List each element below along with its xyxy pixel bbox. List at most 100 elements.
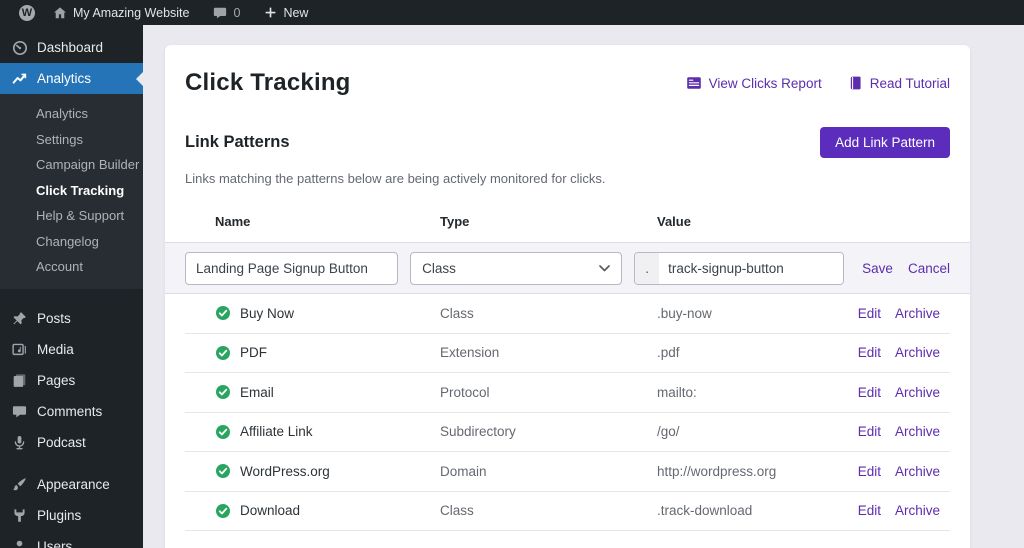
book-icon (848, 75, 863, 91)
site-name: My Amazing Website (73, 6, 189, 20)
sidebar-item-plugins[interactable]: Plugins (0, 500, 143, 531)
active-check-icon (215, 424, 231, 440)
pattern-type: Protocol (440, 385, 657, 400)
table-row: Download Class .track-download Edit Arch… (185, 492, 950, 532)
pattern-type-select[interactable]: Class (410, 252, 622, 285)
active-check-icon (215, 305, 231, 321)
microphone-icon (11, 435, 28, 450)
pattern-name: WordPress.org (240, 464, 330, 479)
edit-link[interactable]: Edit (858, 306, 881, 321)
submenu-item-campaign-builder[interactable]: Campaign Builder (0, 152, 143, 178)
edit-link[interactable]: Edit (858, 503, 881, 518)
sidebar-item-label: Appearance (37, 477, 110, 492)
sidebar-item-podcast[interactable]: Podcast (0, 427, 143, 458)
screen: W My Amazing Website 0 New Dashbo (0, 0, 1024, 548)
header-links: View Clicks Report Read Tutorial (686, 75, 950, 91)
plus-icon (264, 6, 277, 19)
sidebar-item-media[interactable]: Media (0, 334, 143, 365)
submenu-item-settings[interactable]: Settings (0, 127, 143, 153)
sidebar-item-label: Plugins (37, 508, 81, 523)
sidebar-item-label: Media (37, 342, 74, 357)
archive-link[interactable]: Archive (895, 503, 940, 518)
submenu-item-analytics[interactable]: Analytics (0, 101, 143, 127)
table-header-row: Name Type Value (185, 200, 950, 242)
pattern-type: Class (440, 306, 657, 321)
pages-icon (11, 373, 28, 388)
pattern-name: Buy Now (240, 306, 294, 321)
pattern-name: Affiliate Link (240, 424, 313, 439)
view-clicks-report-link[interactable]: View Clicks Report (686, 75, 822, 91)
sidebar-item-analytics[interactable]: Analytics (0, 63, 143, 94)
pattern-name: Email (240, 385, 274, 400)
archive-link[interactable]: Archive (895, 345, 940, 360)
active-check-icon (215, 463, 231, 479)
edit-link[interactable]: Edit (858, 345, 881, 360)
sidebar-item-posts[interactable]: Posts (0, 303, 143, 334)
user-icon (11, 539, 28, 548)
analytics-chart-icon (11, 71, 28, 87)
pattern-value-prefix: . (635, 253, 659, 284)
sidebar-menu-group: Posts Media Pages Comments (0, 303, 143, 458)
site-menu[interactable]: My Amazing Website (44, 0, 198, 25)
wp-logo-menu[interactable]: W (10, 0, 44, 25)
pattern-type: Class (440, 503, 657, 518)
table-row: Email Protocol mailto: Edit Archive (185, 373, 950, 413)
sidebar-item-dashboard[interactable]: Dashboard (0, 32, 143, 63)
new-content-menu[interactable]: New (255, 0, 317, 25)
table-row: WordPress.org Domain http://wordpress.or… (185, 452, 950, 492)
sidebar-item-users[interactable]: Users (0, 531, 143, 548)
sidebar-item-appearance[interactable]: Appearance (0, 469, 143, 500)
archive-link[interactable]: Archive (895, 464, 940, 479)
media-icon (11, 342, 28, 357)
sidebar-item-label: Comments (37, 404, 102, 419)
comments-count: 0 (233, 6, 240, 20)
edit-link[interactable]: Edit (858, 464, 881, 479)
link-patterns-header: Link Patterns Add Link Pattern (185, 127, 950, 158)
report-icon (686, 75, 702, 91)
pattern-name: PDF (240, 345, 267, 360)
archive-link[interactable]: Archive (895, 385, 940, 400)
card-header: Click Tracking View Clicks Report Read T… (185, 69, 950, 97)
pushpin-icon (11, 311, 28, 326)
add-link-pattern-button[interactable]: Add Link Pattern (820, 127, 950, 158)
home-icon (53, 6, 67, 20)
read-tutorial-link[interactable]: Read Tutorial (848, 75, 950, 91)
edit-link[interactable]: Edit (858, 424, 881, 439)
pattern-value-input[interactable] (659, 253, 843, 284)
comment-bubble-icon (213, 6, 227, 20)
cancel-button[interactable]: Cancel (908, 261, 950, 276)
sidebar-item-label: Podcast (37, 435, 86, 450)
save-button[interactable]: Save (862, 261, 893, 276)
sidebar-item-comments[interactable]: Comments (0, 396, 143, 427)
paintbrush-icon (11, 477, 28, 492)
comments-menu[interactable]: 0 (204, 0, 249, 25)
table-row: PDF Extension .pdf Edit Archive (185, 334, 950, 374)
content-area: Click Tracking View Clicks Report Read T… (143, 25, 1024, 548)
plug-icon (11, 508, 28, 523)
submenu-item-help-support[interactable]: Help & Support (0, 203, 143, 229)
pattern-type: Extension (440, 345, 657, 360)
archive-link[interactable]: Archive (895, 424, 940, 439)
pattern-type: Subdirectory (440, 424, 657, 439)
view-clicks-report-label: View Clicks Report (709, 76, 822, 91)
click-tracking-card: Click Tracking View Clicks Report Read T… (165, 45, 970, 548)
comments-icon (11, 404, 28, 419)
link-patterns-table: Name Type Value Class . (185, 200, 950, 531)
pattern-value: .buy-now (657, 306, 822, 321)
pattern-value: .track-download (657, 503, 822, 518)
wordpress-logo-icon: W (19, 5, 35, 21)
edit-link[interactable]: Edit (858, 385, 881, 400)
submenu-item-click-tracking[interactable]: Click Tracking (0, 178, 143, 204)
chevron-down-icon (599, 265, 610, 272)
page-title: Click Tracking (185, 69, 351, 97)
admin-bar: W My Amazing Website 0 New (0, 0, 1024, 25)
sidebar-item-pages[interactable]: Pages (0, 365, 143, 396)
sidebar-menu-group-lower: Appearance Plugins Users (0, 469, 143, 548)
new-label: New (283, 6, 308, 20)
submenu-item-account[interactable]: Account (0, 254, 143, 280)
archive-link[interactable]: Archive (895, 306, 940, 321)
pattern-name-input[interactable] (185, 252, 398, 285)
pattern-value: http://wordpress.org (657, 464, 822, 479)
pattern-type: Domain (440, 464, 657, 479)
submenu-item-changelog[interactable]: Changelog (0, 229, 143, 255)
